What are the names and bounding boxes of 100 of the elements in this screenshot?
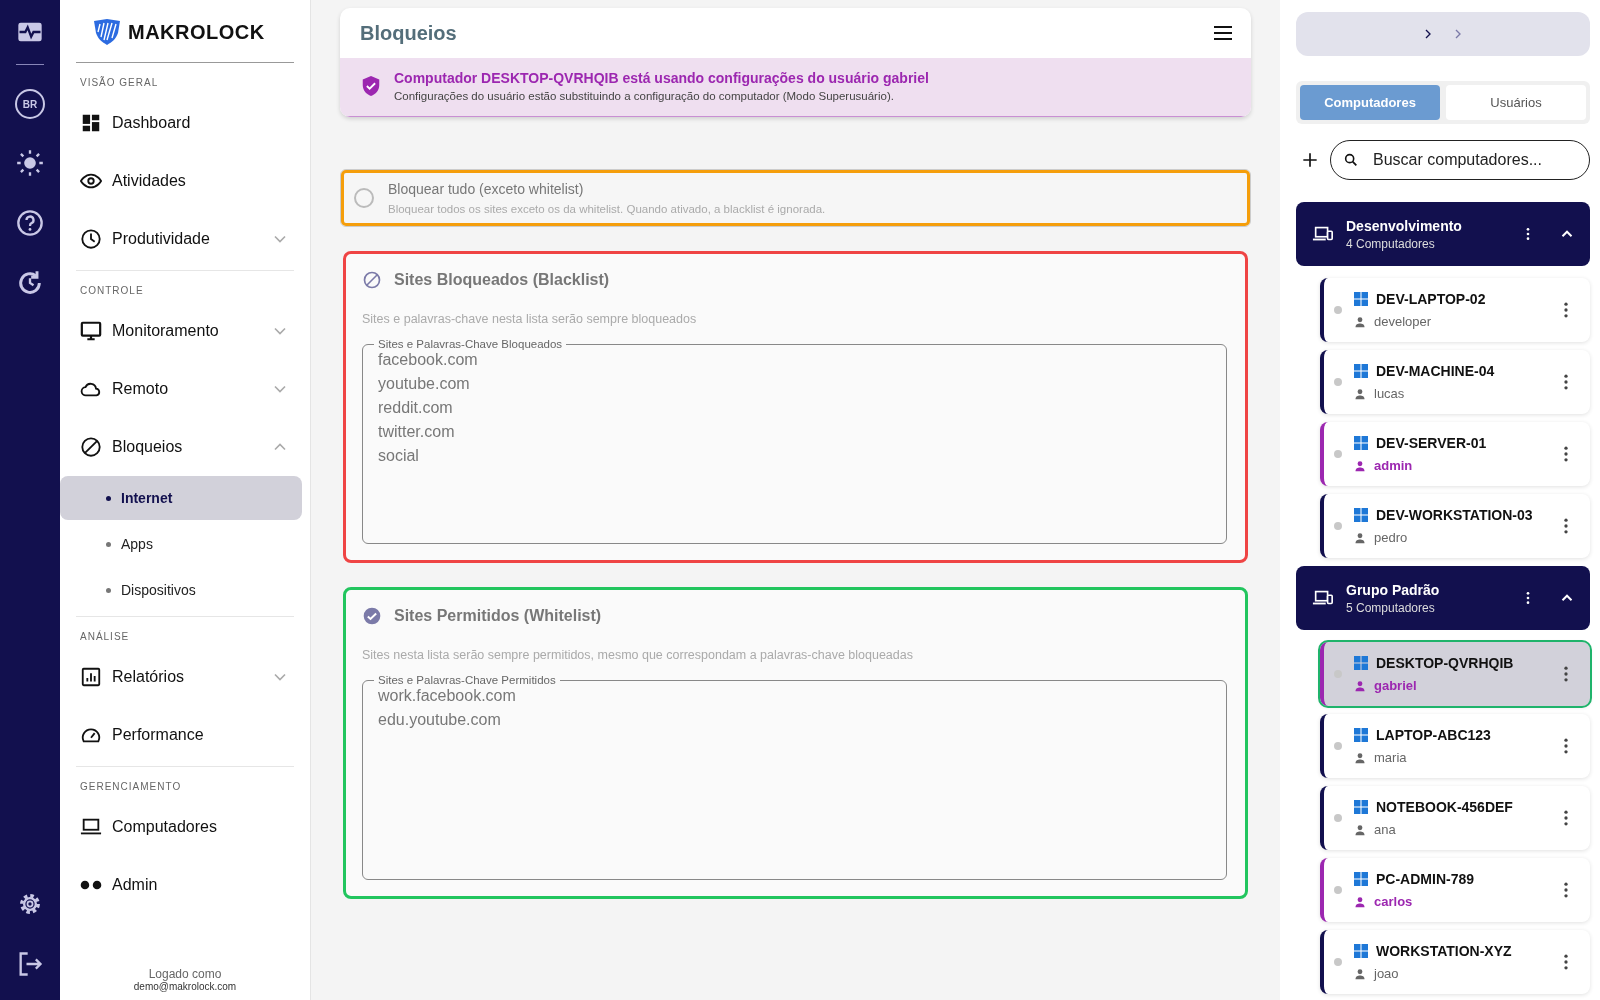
nav-item[interactable]: Bloqueios [76, 418, 294, 476]
section-heading: ANÁLISE [79, 631, 131, 642]
page-title: Bloqueios [360, 21, 457, 45]
user-name: gabriel [1374, 678, 1417, 693]
search-field[interactable]: Buscar computadores... [1330, 140, 1590, 180]
chart-icon [80, 666, 102, 688]
computer-name: DEV-MACHINE-04 [1376, 363, 1495, 379]
option-title: Bloquear tudo (exceto whitelist) [388, 181, 585, 197]
nav-item[interactable]: Monitoramento [76, 302, 294, 360]
computer-name: DEV-WORKSTATION-03 [1376, 507, 1533, 523]
alert-title: Computador DESKTOP-QVRHQIB está usando configurações do usuário gabriel [394, 70, 929, 86]
person-icon [1354, 751, 1366, 764]
option-card[interactable]: Bloquear tudo (exceto whitelist) Bloquear todos os sites exceto os da whitelist. Quando ativado, a blacklist é ignorada. [341, 170, 1250, 226]
computer-name: LAPTOP-ABC123 [1376, 727, 1491, 743]
user-name: carlos [1374, 894, 1413, 909]
group-name: Desenvolvimento [1346, 217, 1463, 234]
computer-card[interactable]: WORKSTATION-XYZ joao [1320, 930, 1590, 994]
status-dot [1334, 306, 1342, 314]
nav-item[interactable]: Remoto [76, 360, 294, 418]
nav-item[interactable]: Dashboard [76, 94, 294, 152]
section-description: Sites e palavras-chave nesta lista serão sempre bloqueados [362, 312, 698, 326]
sub-nav-item[interactable]: Dispositivos [60, 568, 302, 612]
person-icon [1354, 895, 1366, 908]
windows-icon [1354, 508, 1368, 522]
site-entry: twitter.com [378, 422, 456, 441]
nav-item[interactable]: Atividades [76, 152, 294, 210]
windows-icon [1354, 656, 1368, 670]
group-header[interactable]: Desenvolvimento 4 Computadores [1296, 202, 1590, 266]
computer-card[interactable]: NOTEBOOK-456DEF ana [1320, 786, 1590, 850]
windows-icon [1354, 292, 1368, 306]
sub-nav-item[interactable]: Apps [60, 522, 302, 566]
person-icon [1354, 459, 1366, 472]
computer-card[interactable]: DEV-WORKSTATION-03 pedro [1320, 494, 1590, 558]
computer-card[interactable]: DEV-SERVER-01 admin [1320, 422, 1590, 486]
site-entry: reddit.com [378, 398, 454, 417]
sites-text-area[interactable]: Sites e Palavras-Chave Permitidos work.facebook.com edu.youtube.com [362, 674, 1227, 880]
ban-icon [80, 436, 102, 458]
group-count: 4 Computadores [1346, 236, 1436, 251]
sun-icon[interactable] [16, 149, 44, 177]
site-entry: work.facebook.com [378, 686, 517, 705]
group-count: 5 Computadores [1346, 600, 1436, 615]
windows-icon [1354, 436, 1368, 450]
field-label: Sites e Palavras-Chave Bloqueados [377, 338, 564, 350]
radio-button[interactable] [354, 188, 374, 208]
windows-icon [1354, 364, 1368, 378]
site-entry: facebook.com [378, 350, 479, 369]
user-name: maria [1374, 750, 1407, 765]
tab[interactable]: Usuários [1446, 85, 1586, 120]
brand-logo: MAKROLOCK [128, 20, 265, 44]
windows-icon [1354, 800, 1368, 814]
sub-nav-item[interactable]: Internet [60, 476, 302, 520]
person-icon [1354, 679, 1366, 692]
status-dot [1334, 814, 1342, 822]
user-name: developer [1374, 314, 1432, 329]
history-icon[interactable] [16, 269, 44, 297]
field-label: Sites e Palavras-Chave Permitidos [377, 674, 557, 686]
ban-icon [362, 270, 382, 290]
computer-card[interactable]: DESKTOP-QVRHQIB gabriel [1320, 642, 1590, 706]
language-badge[interactable]: BR [15, 89, 45, 119]
windows-icon [1354, 872, 1368, 886]
search-icon [1343, 152, 1359, 168]
help-icon[interactable] [16, 209, 44, 237]
monitor-icon [80, 320, 102, 342]
section-heading: GERENCIAMENTO [79, 781, 183, 792]
user-name: ana [1374, 822, 1396, 837]
computer-card[interactable]: PC-ADMIN-789 carlos [1320, 858, 1590, 922]
user-name: pedro [1374, 530, 1408, 545]
windows-icon [1354, 944, 1368, 958]
nav-item[interactable]: Performance [76, 706, 294, 764]
status-dot [1334, 742, 1342, 750]
nav-item[interactable]: Relatórios [76, 648, 294, 706]
alert-message: Configurações do usuário estão substituindo a configuração do computador (Modo Superusuário). [394, 90, 895, 102]
nav-item[interactable]: Admin [76, 856, 294, 914]
clock-icon [80, 228, 102, 250]
computer-name: NOTEBOOK-456DEF [1376, 799, 1513, 815]
person-icon [1354, 823, 1366, 836]
section-description: Sites nesta lista serão sempre permitidos, mesmo que correspondam a palavras-chave bloqueadas [362, 648, 914, 662]
sites-text-area[interactable]: Sites e Palavras-Chave Bloqueados facebook.com youtube.com reddit.com twitter.com social [362, 338, 1227, 544]
person-icon [1354, 315, 1366, 328]
nav-item[interactable]: Produtividade [76, 210, 294, 268]
group-header[interactable]: Grupo Padrão 5 Computadores [1296, 566, 1590, 630]
computer-card[interactable]: LAPTOP-ABC123 maria [1320, 714, 1590, 778]
person-icon [1354, 967, 1366, 980]
section-heading: VISÃO GERAL [79, 77, 160, 88]
nav-item[interactable]: Computadores [76, 798, 294, 856]
option-description: Bloquear todos os sites exceto os da whitelist. Quando ativado, a blacklist é ignorada. [388, 203, 826, 215]
dashboard-icon [80, 112, 102, 134]
site-entry: social [378, 446, 420, 465]
computer-card[interactable]: DEV-MACHINE-04 lucas [1320, 350, 1590, 414]
status-dot [1334, 886, 1342, 894]
computer-name: DESKTOP-QVRHQIB [1376, 655, 1514, 671]
person-icon [1354, 531, 1366, 544]
add-icon[interactable] [1300, 150, 1320, 170]
section-heading: CONTROLE [79, 285, 145, 296]
section-title: Sites Bloqueados (Blacklist) [394, 271, 610, 289]
computer-card[interactable]: DEV-LAPTOP-02 developer [1320, 278, 1590, 342]
person-icon [1354, 387, 1366, 400]
computer-name: PC-ADMIN-789 [1376, 871, 1474, 887]
status-dot [1334, 522, 1342, 530]
user-name: joao [1374, 966, 1399, 981]
